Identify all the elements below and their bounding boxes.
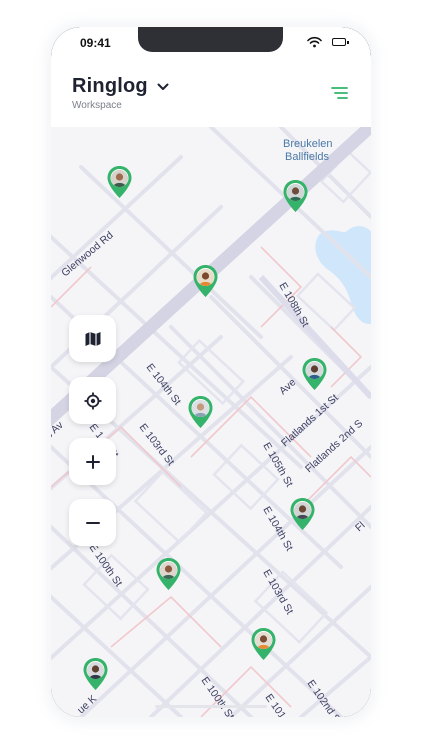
app-subtitle: Workspace: [72, 100, 122, 111]
screen: 09:41 Ringlog Workspace Breukelen Ballfi…: [51, 27, 371, 717]
user-pin[interactable]: [82, 657, 109, 692]
crosshair-icon: [84, 392, 101, 409]
avatar: [160, 562, 177, 579]
avatar: [294, 502, 311, 519]
avatar: [197, 269, 214, 286]
locate-button[interactable]: [69, 377, 116, 424]
avatar: [111, 170, 128, 187]
user-pin[interactable]: [250, 627, 277, 662]
wifi-icon: [307, 36, 322, 48]
avatar: [306, 362, 323, 379]
app-header: Ringlog Workspace: [51, 59, 371, 127]
user-pin[interactable]: [187, 395, 214, 430]
avatar: [255, 632, 272, 649]
user-pin[interactable]: [289, 497, 316, 532]
minus-icon: [85, 521, 100, 524]
filter-icon: [331, 87, 348, 99]
user-pin[interactable]: [301, 357, 328, 392]
battery-icon: [332, 38, 349, 46]
workspace-switcher[interactable]: Ringlog: [72, 75, 169, 98]
home-indicator: [155, 705, 267, 708]
avatar: [287, 184, 304, 201]
filter-button[interactable]: [328, 83, 350, 103]
map-layers-button[interactable]: [69, 315, 116, 362]
park-label-line2: Ballfields: [285, 151, 330, 163]
avatar: [87, 662, 104, 679]
chevron-down-icon: [157, 83, 169, 90]
user-pin[interactable]: [155, 557, 182, 592]
notch: [138, 27, 283, 52]
water-body: [315, 226, 371, 324]
user-pin[interactable]: [192, 264, 219, 299]
phone-frame: 09:41 Ringlog Workspace Breukelen Ballfi…: [51, 27, 371, 717]
avatar: [192, 400, 209, 417]
zoom-in-button[interactable]: [69, 438, 116, 485]
map-icon: [85, 331, 100, 346]
plus-icon: [85, 454, 100, 469]
street-label-s-av: s Av: [51, 419, 66, 442]
user-pin[interactable]: [106, 165, 133, 200]
map-view[interactable]: Breukelen Ballfields Glenwood Rd E 108th…: [51, 127, 371, 717]
app-title: Ringlog: [72, 75, 148, 97]
park-label-line1: Breukelen: [283, 138, 333, 150]
user-pin[interactable]: [282, 179, 309, 214]
status-time: 09:41: [80, 36, 111, 50]
zoom-out-button[interactable]: [69, 499, 116, 546]
